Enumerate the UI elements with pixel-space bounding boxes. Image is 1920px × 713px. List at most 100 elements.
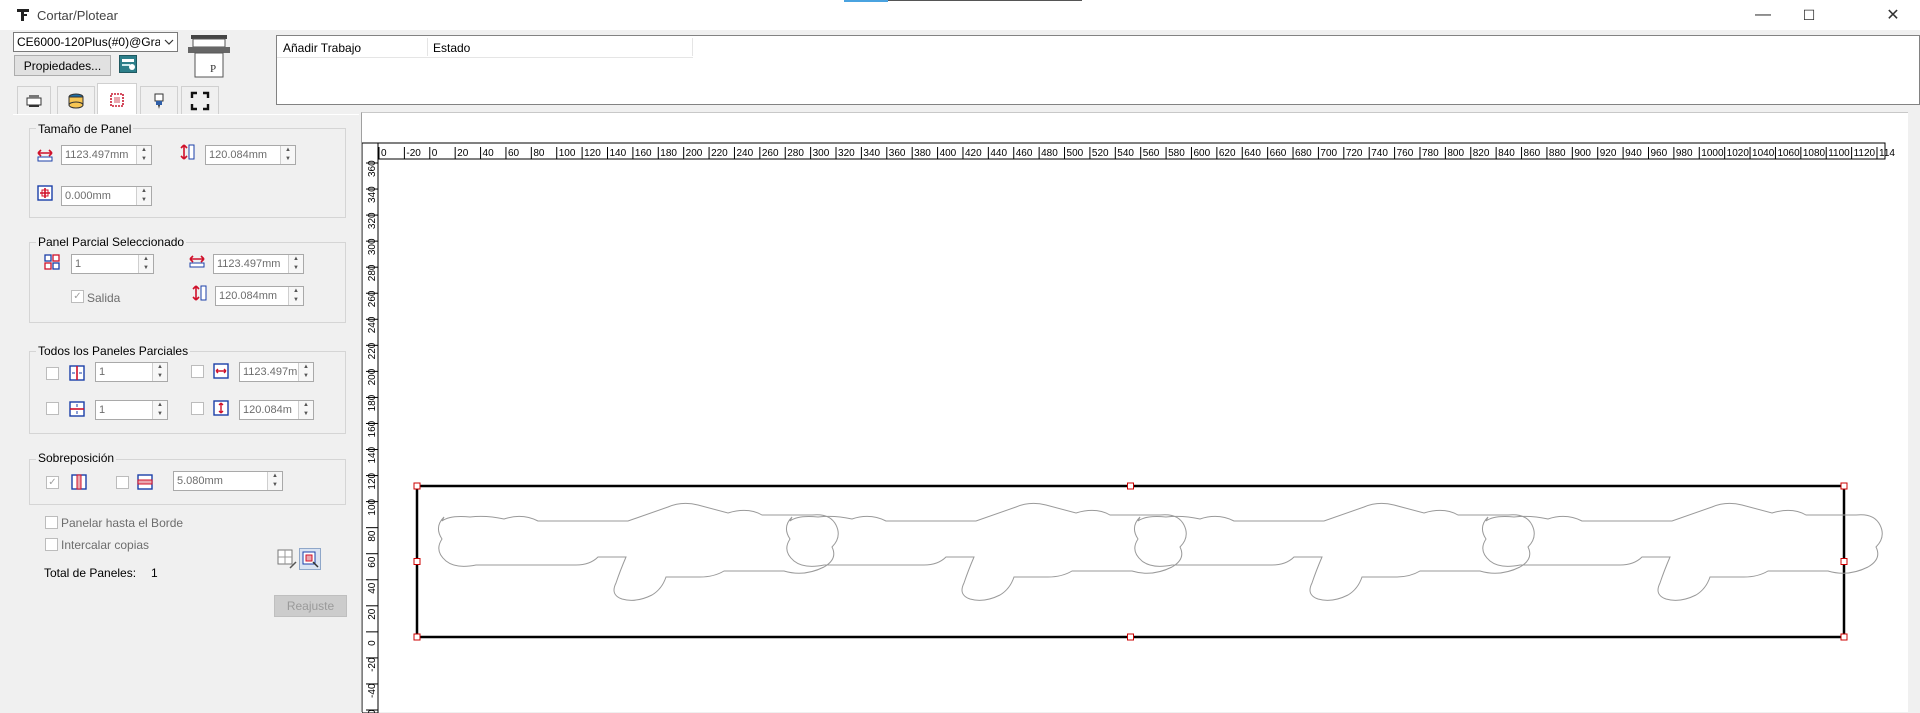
close-button[interactable]: ✕ [1870,0,1916,30]
spinner-arrows[interactable]: ▲ ▼ [267,472,282,490]
minimize-button[interactable]: — [1740,0,1786,30]
collate-copies-label: Intercalar copias [61,538,150,552]
tile-height-value: 120.084m [243,404,292,416]
ruler-label: 300 [813,148,830,159]
panel-height-input[interactable]: 120.084mm ▲ ▼ [205,145,296,165]
partial-number-input[interactable]: 1 ▲ ▼ [71,254,154,274]
overlap-h-checkbox[interactable]: ✓ [46,476,59,489]
app-icon [17,9,29,21]
ruler-label: 580 [1168,148,1185,159]
collate-copies-checkbox[interactable] [45,538,58,551]
ruler-label: 60 [367,556,378,568]
tab-tiling[interactable] [97,83,137,115]
ruler-label: 1100 [1828,148,1850,159]
overlap-vertical-icon [137,474,153,490]
tab-media[interactable] [57,86,95,114]
ruler-label: 660 [1270,148,1287,159]
spinner-arrows[interactable]: ▲ ▼ [298,363,313,381]
rows-input[interactable]: 1 ▲ ▼ [95,400,168,420]
ruler-label: 0 [381,148,387,159]
panel-width-input[interactable]: 1123.497mm ▲ ▼ [61,145,152,165]
reset-button[interactable]: Reajuste [274,595,347,617]
ruler-label: 600 [1193,148,1210,159]
device-select[interactable]: CE6000-120Plus(#0)@Graphtec [13,32,178,52]
tile-height-input[interactable]: 120.084m ▲ ▼ [239,400,314,420]
tile-view-icon [277,549,297,569]
ruler-label: 160 [635,148,652,159]
overlap-title: Sobreposición [36,451,117,465]
maximize-button[interactable]: ☐ [1786,0,1832,30]
cut-shape [1482,502,1883,601]
tab-plotter[interactable] [17,86,51,114]
selection-handle [413,633,421,641]
output-label: Salida [87,291,121,305]
spinner-arrows[interactable]: ▲ ▼ [152,401,167,419]
ruler-label: 120 [367,472,378,489]
cutter-tool-icon [154,93,164,109]
panel-to-edge-checkbox[interactable] [45,516,58,529]
tile-height-icon [213,400,229,416]
all-partials-title: Todos los Paneles Parciales [36,344,191,358]
device-select-value: CE6000-120Plus(#0)@Graphtec [17,35,178,49]
minimize-icon: — [1755,6,1771,23]
fit-frame-icon [190,91,210,110]
margin-input[interactable]: 0.000mm ▲ ▼ [61,186,152,206]
chevron-down-icon[interactable] [160,33,177,51]
job-list[interactable]: Añadir Trabajo Estado [276,35,1920,105]
ruler-label: 40 [483,148,495,159]
spinner-arrows[interactable]: ▲ ▼ [136,187,151,205]
columns-input[interactable]: 1 ▲ ▼ [95,362,168,382]
spinner-arrows[interactable]: ▲ ▼ [136,146,151,164]
ruler-label: 160 [367,420,378,437]
selection-handle [1127,482,1134,490]
partial-width-input[interactable]: 1123.497mm ▲ ▼ [213,254,304,274]
preview-canvas[interactable]: 0 -20 0 20 40 60 80 100 120 140 160 180 200 220 240 260… [361,112,1908,713]
preview-svg: 0 -20 0 20 40 60 80 100 120 140 160 180 200 220 240 260… [362,142,1895,713]
tile-view-button[interactable] [276,548,298,570]
panel-to-edge-label: Panelar hasta el Borde [61,516,184,530]
ruler-label: 200 [367,368,378,385]
spinner-arrows[interactable]: ▲ ▼ [298,401,313,419]
ruler-label: 840 [1498,148,1515,159]
ruler-label: 380 [914,148,931,159]
overlap-input[interactable]: 5.080mm ▲ ▼ [173,471,283,491]
properties-button[interactable]: Propiedades... [14,55,111,76]
rows-checkbox[interactable] [46,402,59,415]
height-arrows-icon [180,144,195,160]
spinner-arrows[interactable]: ▲ ▼ [288,287,303,305]
selection-handle [1840,558,1848,565]
ruler-label: 820 [1473,148,1490,159]
column-header-add-job[interactable]: Añadir Trabajo [283,41,361,55]
ruler-label: 700 [1320,148,1337,159]
spinner-arrows[interactable]: ▲ ▼ [138,255,153,273]
ruler-label: 560 [1143,148,1160,159]
tile-width-checkbox[interactable] [191,365,204,378]
spinner-arrows[interactable]: ▲ ▼ [288,255,303,273]
title-bar: Cortar/Plotear — ☐ ✕ [0,0,1920,30]
partial-height-input[interactable]: 120.084mm ▲ ▼ [215,286,304,306]
tab-cutter[interactable] [140,86,178,114]
ruler-label: 0 [432,148,438,159]
width-arrows-icon [189,255,205,268]
spinner-arrows[interactable]: ▲ ▼ [152,363,167,381]
device-settings-icon[interactable] [119,55,137,73]
tab-fit[interactable] [181,86,219,114]
ruler-label: 760 [1397,148,1414,159]
ruler-label: 1080 [1803,148,1826,159]
tile-width-input[interactable]: 1123.497m ▲ ▼ [239,362,314,382]
tile-height-checkbox[interactable] [191,402,204,415]
column-header-status[interactable]: Estado [433,41,470,55]
output-checkbox[interactable]: ✓ [71,290,84,303]
tile-select-button[interactable] [299,548,321,570]
ruler-label: 120 [584,148,601,159]
ruler-label: 460 [1016,148,1033,159]
ruler-label: 0 [367,640,378,646]
overlap-v-checkbox[interactable] [116,476,129,489]
selection-handle [1840,633,1848,641]
panel-width-value: 1123.497mm [65,149,129,161]
ruler-label: 20 [367,608,378,620]
tile-width-value: 1123.497m [243,366,298,378]
columns-checkbox[interactable] [46,367,59,380]
plotter-preview-icon: P [188,35,230,78]
spinner-arrows[interactable]: ▲ ▼ [280,146,295,164]
